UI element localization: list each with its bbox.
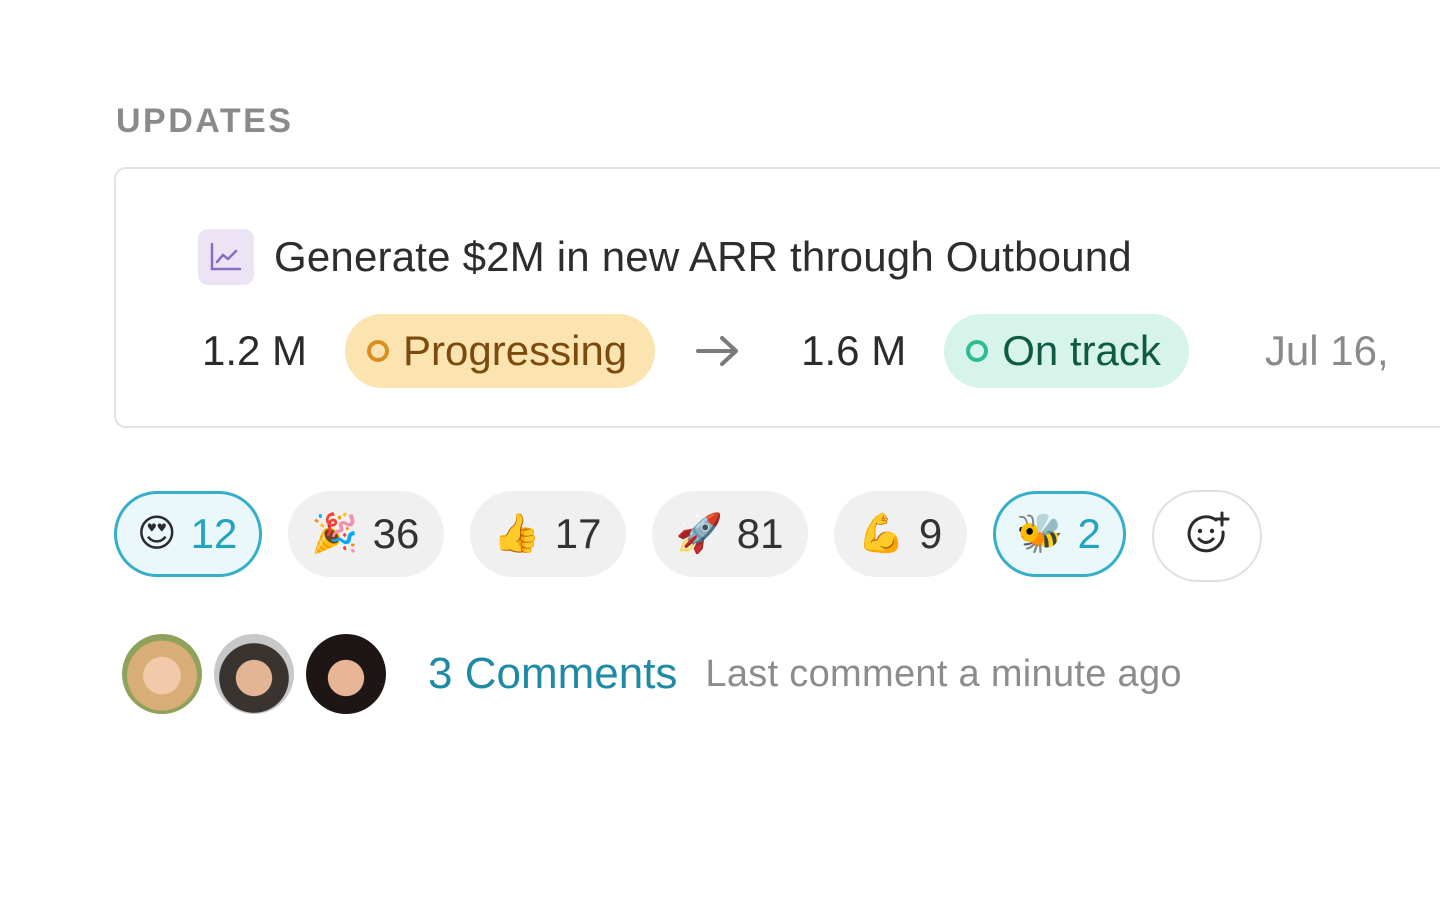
flexed-biceps-emoji-icon: 💪 bbox=[857, 513, 905, 555]
goal-title[interactable]: Generate $2M in new ARR through Outbound bbox=[274, 233, 1132, 281]
rocket-emoji-icon: 🚀 bbox=[675, 513, 723, 555]
add-reaction-button[interactable] bbox=[1151, 490, 1262, 582]
reaction-heart-eyes[interactable]: 😍 12 bbox=[114, 491, 263, 577]
reaction-count: 81 bbox=[736, 510, 784, 557]
status-ring-icon bbox=[966, 340, 989, 362]
reaction-count: 17 bbox=[554, 510, 602, 557]
avatar[interactable] bbox=[122, 634, 202, 714]
status-label: On track bbox=[1002, 327, 1161, 374]
add-reaction-icon bbox=[1183, 510, 1231, 563]
section-heading: UPDATES bbox=[116, 102, 294, 140]
reactions-bar: 😍 12 🎉 36 👍 17 🚀 81 💪 9 🐝 2 bbox=[114, 486, 1262, 582]
reaction-honeybee[interactable]: 🐝 2 bbox=[993, 491, 1126, 577]
reaction-party-popper[interactable]: 🎉 36 bbox=[288, 491, 445, 577]
reaction-count: 36 bbox=[372, 510, 420, 557]
honeybee-emoji-icon: 🐝 bbox=[1016, 513, 1064, 555]
last-comment-time: Last comment a minute ago bbox=[705, 652, 1182, 695]
current-value: 1.6 M bbox=[801, 327, 907, 374]
reaction-rocket[interactable]: 🚀 81 bbox=[652, 491, 809, 577]
avatar[interactable] bbox=[306, 634, 386, 714]
metric-row: 1.2 M Progressing 1.6 M On track Jul 16, bbox=[202, 314, 1389, 388]
goal-row: Generate $2M in new ARR through Outbound bbox=[198, 229, 1132, 285]
reaction-count: 2 bbox=[1077, 510, 1101, 557]
update-date: Jul 16, bbox=[1264, 327, 1389, 374]
status-label: Progressing bbox=[403, 327, 628, 374]
reaction-flexed-biceps[interactable]: 💪 9 bbox=[834, 491, 968, 577]
reaction-count: 12 bbox=[190, 510, 238, 557]
update-card[interactable]: Generate $2M in new ARR through Outbound… bbox=[114, 167, 1440, 428]
status-ring-icon bbox=[367, 340, 390, 362]
avatar[interactable] bbox=[214, 634, 294, 714]
comments-row: 3 Comments Last comment a minute ago bbox=[122, 634, 1182, 714]
previous-value: 1.2 M bbox=[202, 327, 308, 374]
reaction-count: 9 bbox=[918, 510, 943, 557]
status-badge-progressing: Progressing bbox=[345, 314, 656, 388]
status-badge-on-track: On track bbox=[944, 314, 1189, 388]
heart-eyes-emoji-icon: 😍 bbox=[137, 513, 177, 555]
party-popper-emoji-icon: 🎉 bbox=[311, 513, 359, 555]
arrow-right-icon bbox=[695, 334, 741, 368]
line-chart-icon bbox=[198, 229, 254, 285]
thumbs-up-emoji-icon: 👍 bbox=[493, 513, 541, 555]
comments-link[interactable]: 3 Comments bbox=[428, 649, 677, 699]
reaction-thumbs-up[interactable]: 👍 17 bbox=[470, 491, 627, 577]
